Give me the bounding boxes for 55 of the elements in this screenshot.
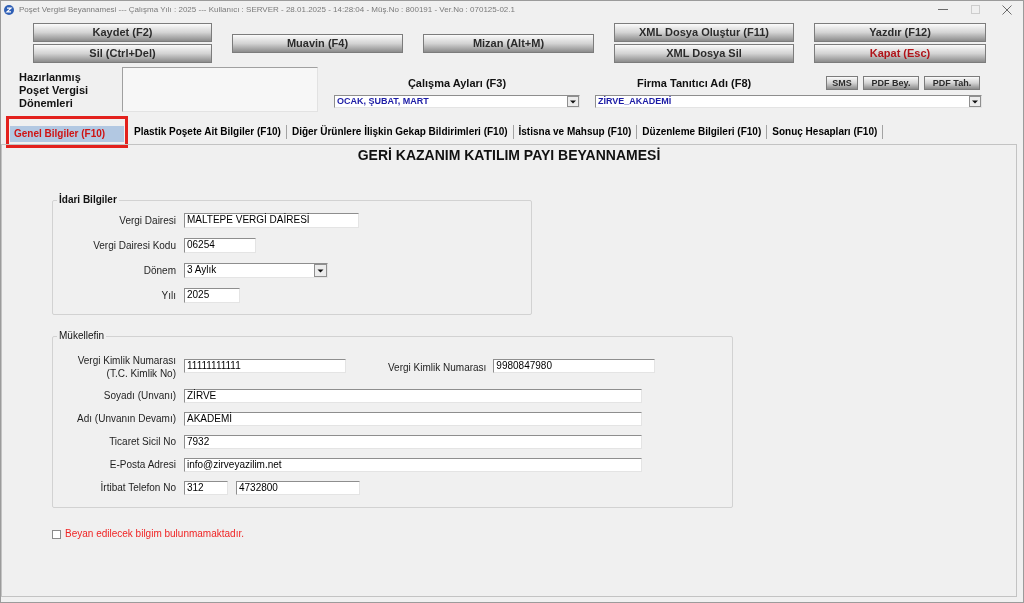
maximize-icon xyxy=(970,5,980,14)
app-logo-icon xyxy=(4,4,14,15)
field-label: Soyadı (Unvanı) xyxy=(102,390,176,402)
group-legend: İdari Bilgiler xyxy=(57,194,119,206)
small-button[interactable]: PDF Bey. xyxy=(863,76,919,90)
section-label: Çalışma Ayları (F3) xyxy=(406,77,508,90)
toolbar-button[interactable]: XML Dosya Sil xyxy=(614,44,794,63)
toolbar-button[interactable]: Muavin (F4) xyxy=(232,33,403,53)
toolbar-button[interactable]: Kapat (Esc) xyxy=(814,44,986,63)
form-title: GERİ KAZANIM KATILIM PAYI BEYANNAMESİ xyxy=(356,147,662,163)
select-field[interactable]: 3 Aylık xyxy=(184,263,328,278)
periods-list-box[interactable] xyxy=(122,67,318,112)
field-label: E-Posta Adresi xyxy=(108,459,176,471)
field-label: Adı (Unvanın Devamı) xyxy=(76,413,176,425)
checkbox-label: Beyan edilecek bilgim bulunmamaktadır. xyxy=(65,528,244,540)
field-label: Vergi Dairesi xyxy=(118,214,176,227)
toolbar-button[interactable]: Yazdır (F12) xyxy=(814,23,986,42)
text-field[interactable]: info@zirveyazilim.net xyxy=(184,458,642,472)
window-title: Poşet Vergisi Beyannamesi --- Çalışma Yılı : 2025 --- Kullanıcı : SERVER - 28.01.2025 - 14:28:04 - Müş.No : 800191 - Ver.No : 070125-02.1 xyxy=(19,4,515,15)
combo-box[interactable]: OCAK, ŞUBAT, MART xyxy=(334,95,580,108)
area-code-field[interactable]: 312 xyxy=(184,481,228,495)
field-label: Vergi Kimlik Numarası xyxy=(388,362,487,374)
field-label: Vergi Dairesi Kodu xyxy=(92,239,176,252)
section-label: Firma Tanıtıcı Adı (F8) xyxy=(637,76,752,90)
text-field[interactable]: 2025 xyxy=(184,288,240,303)
text-field[interactable]: ZİRVE xyxy=(184,389,642,403)
phone-number-field[interactable]: 4732800 xyxy=(236,481,360,495)
periods-label: Hazırlanmış Poşet Vergisi Dönemleri xyxy=(18,70,90,111)
tab[interactable]: Plastik Poşete Ait Bilgiler (F10) xyxy=(129,125,287,139)
tab[interactable]: Sonuç Hesapları (F10) xyxy=(767,125,884,139)
field-label: Ticaret Sicil No xyxy=(108,436,176,448)
field-label: İrtibat Telefon No xyxy=(99,482,176,494)
text-field[interactable]: MALTEPE VERGİ DAİRESİ xyxy=(184,213,359,228)
text-field[interactable]: 11111111111 xyxy=(184,359,346,373)
toolbar-button[interactable]: Mizan (Alt+M) xyxy=(423,33,594,53)
tab[interactable]: Düzenleme Bilgileri (F10) xyxy=(637,125,768,139)
tab[interactable]: İstisna ve Mahsup (F10) xyxy=(513,125,638,139)
field-label: Vergi Kimlik Numarası (T.C. Kimlik No) xyxy=(76,354,176,380)
text-field[interactable]: 9980847980 xyxy=(493,359,656,373)
toolbar-button[interactable]: XML Dosya Oluştur (F11) xyxy=(614,23,794,42)
toolbar-button[interactable]: Sil (Ctrl+Del) xyxy=(33,44,212,63)
minimize-icon xyxy=(938,9,948,10)
text-field[interactable]: 7932 xyxy=(184,435,642,449)
checkbox[interactable] xyxy=(52,529,61,539)
small-button[interactable]: PDF Tah. xyxy=(924,76,980,90)
text-field[interactable]: AKADEMİ xyxy=(184,412,642,426)
toolbar-button[interactable]: Kaydet (F2) xyxy=(33,23,212,42)
field-label: Yılı xyxy=(160,289,176,302)
small-button[interactable]: SMS xyxy=(826,76,858,90)
text-field[interactable]: 06254 xyxy=(184,238,256,253)
tab[interactable]: Diğer Ürünlere İlişkin Gekap Bildirimleri (F10) xyxy=(286,125,514,139)
combo-box[interactable]: ZİRVE_AKADEMİ xyxy=(595,95,982,108)
close-icon xyxy=(1002,4,1012,15)
group-legend: Mükellefin xyxy=(57,330,107,342)
field-label: Dönem xyxy=(142,264,176,277)
